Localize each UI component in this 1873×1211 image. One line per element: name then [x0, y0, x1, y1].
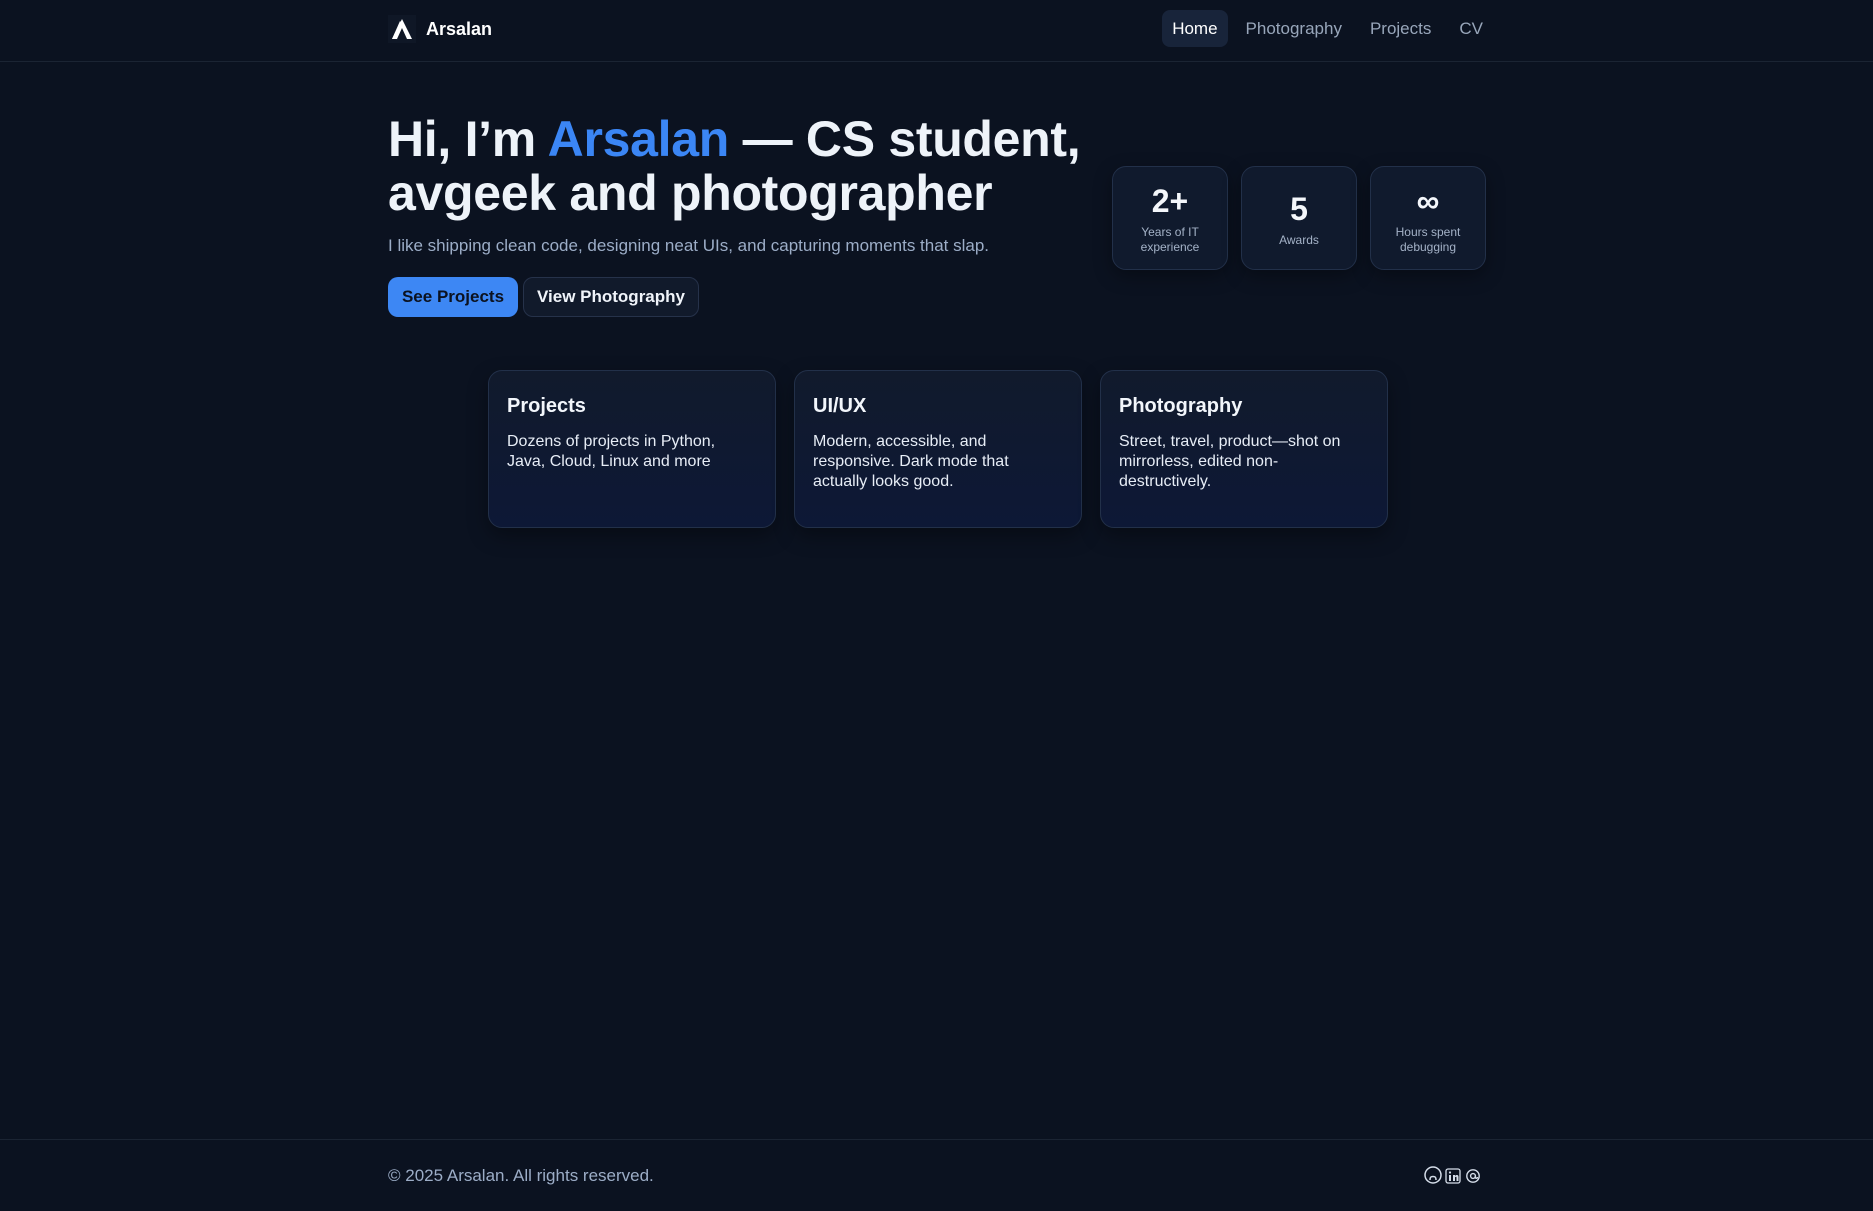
stat-card-awards: 5 Awards	[1241, 166, 1357, 270]
card-title: Photography	[1119, 395, 1243, 417]
card-text: Street, travel, product—shot on mirrorle…	[1119, 433, 1341, 490]
see-projects-button[interactable]: See Projects	[388, 277, 518, 317]
top-navbar: Arsalan Home Photography Projects CV	[0, 0, 1873, 62]
brand-logo-icon	[388, 15, 416, 43]
card-title: UI/UX	[813, 395, 867, 417]
hero-title: Hi, I’m Arsalan — CS student, avgeek and…	[388, 112, 1108, 220]
footer-social-links	[1424, 1164, 1482, 1184]
view-photography-button[interactable]: View Photography	[523, 277, 699, 317]
stat-value: 5	[1290, 191, 1308, 227]
brand[interactable]: Arsalan	[388, 15, 492, 43]
nav-link-cv[interactable]: CV	[1449, 10, 1493, 47]
linkedin-icon[interactable]	[1444, 1164, 1462, 1184]
stat-label: Years of IT experience	[1140, 225, 1200, 254]
stat-label: Awards	[1279, 233, 1319, 247]
feature-card-uiux[interactable]: UI/UX Modern, accessible, and responsive…	[794, 370, 1082, 528]
stat-card-experience: 2+ Years of IT experience	[1112, 166, 1228, 270]
nav-link-home[interactable]: Home	[1162, 10, 1228, 47]
card-text: Dozens of projects in Python, Java, Clou…	[507, 433, 716, 470]
hero-title-prefix: Hi, I’m	[388, 111, 548, 167]
footer-copyright: © 2025 Arsalan. All rights reserved.	[388, 1166, 654, 1185]
stat-value: ∞	[1416, 183, 1440, 219]
nav-links: Home Photography Projects CV	[1162, 10, 1493, 47]
hero-title-name: Arsalan	[547, 111, 730, 167]
stat-card-debugging: ∞ Hours spent debugging	[1370, 166, 1486, 270]
card-text: Modern, accessible, and responsive. Dark…	[813, 433, 1009, 490]
nav-link-projects[interactable]: Projects	[1360, 10, 1441, 47]
stat-value: 2+	[1151, 183, 1189, 219]
feature-card-photography[interactable]: Photography Street, travel, product—shot…	[1100, 370, 1388, 528]
card-title: Projects	[507, 395, 586, 417]
nav-link-photography[interactable]: Photography	[1236, 10, 1352, 47]
email-icon[interactable]	[1464, 1164, 1482, 1184]
brand-name: Arsalan	[426, 18, 493, 39]
hero-subtitle: I like shipping clean code, designing ne…	[388, 236, 990, 255]
feature-card-projects[interactable]: Projects Dozens of projects in Python, J…	[488, 370, 776, 528]
stat-label: Hours spent debugging	[1395, 225, 1461, 254]
github-icon[interactable]	[1424, 1164, 1442, 1184]
footer: © 2025 Arsalan. All rights reserved.	[0, 1139, 1873, 1211]
